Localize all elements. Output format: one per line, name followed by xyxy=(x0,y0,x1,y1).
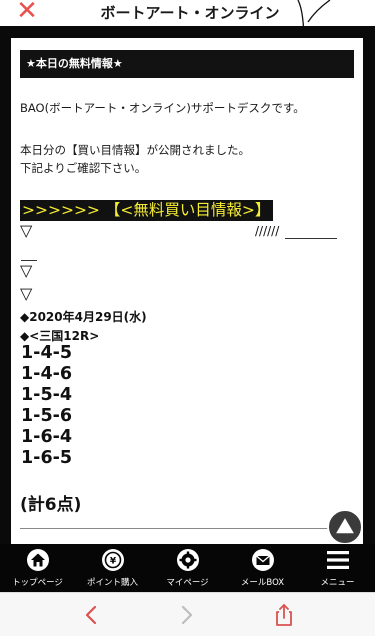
nav-item-mypage[interactable]: マイページ xyxy=(150,544,225,592)
nav-label: トップページ xyxy=(12,578,63,588)
browser-toolbar xyxy=(0,592,375,636)
list-item: 1-4-5 xyxy=(21,343,73,363)
nav-label: マイページ xyxy=(166,578,209,588)
home-icon xyxy=(26,549,49,571)
divider-line xyxy=(285,238,337,239)
list-item: 1-5-6 xyxy=(21,406,73,426)
share-icon[interactable] xyxy=(270,601,298,629)
free-info-link[interactable]: >>>>>> 【<無料買い目情報>】 xyxy=(20,200,274,221)
mail-icon xyxy=(251,549,274,571)
back-icon[interactable] xyxy=(78,601,106,629)
nav-label: ポイント購入 xyxy=(86,578,138,588)
page-title: ボートアート・オンライン xyxy=(100,4,280,22)
nav-label: メニュー xyxy=(320,578,355,588)
total-count: (計6点) xyxy=(20,495,82,515)
info-header: ★本日の無料情報★ xyxy=(20,50,354,78)
svg-text:¥: ¥ xyxy=(109,557,116,567)
nav-item-mailbox[interactable]: メールBOX xyxy=(225,544,300,592)
race-date: ◆2020年4月29日(水) xyxy=(20,310,147,324)
menu-icon xyxy=(326,551,349,569)
down-triangle-icon: ▽ xyxy=(20,284,33,303)
nav-item-menu[interactable]: メニュー xyxy=(300,544,375,592)
slash-divider: ////// xyxy=(255,224,280,238)
top-header: ✕ ボートアート・オンライン xyxy=(0,0,375,44)
divider-line xyxy=(20,528,346,529)
list-item: 1-4-6 xyxy=(21,364,73,384)
nav-item-points[interactable]: ¥ ポイント購入 xyxy=(75,544,150,592)
nav-item-top[interactable]: トップページ xyxy=(0,544,75,592)
list-item: 1-6-5 xyxy=(21,448,73,468)
list-item: 1-6-4 xyxy=(21,427,73,447)
close-icon[interactable]: ✕ xyxy=(14,0,40,24)
notice-text-line2: 下記よりご確認下さい。 xyxy=(20,161,147,175)
down-triangle-icon: ▽ xyxy=(20,261,33,280)
message-content: ★本日の無料情報★ BAO(ボートアート・オンライン)サポートデスクです。 本日… xyxy=(11,38,363,544)
gear-icon xyxy=(176,549,199,571)
combination-list: 1-4-5 1-4-6 1-5-4 1-5-6 1-6-4 1-6-5 xyxy=(21,343,72,469)
notice-text-line1: 本日分の【買い目情報】が公開されました。 xyxy=(20,143,250,157)
race-venue: ◆<三国12R> xyxy=(20,329,100,343)
coin-icon: ¥ xyxy=(101,549,124,571)
down-triangle-icon: ▽ xyxy=(20,221,33,240)
forward-icon[interactable] xyxy=(172,601,200,629)
bottom-nav: トップページ ¥ ポイント購入 マイページ メールBOX メニュー xyxy=(0,544,375,592)
intro-text: BAO(ボートアート・オンライン)サポートデスクです。 xyxy=(20,101,305,115)
nav-label: メールBOX xyxy=(240,578,285,588)
list-item: 1-5-4 xyxy=(21,385,73,405)
scroll-to-top-icon[interactable] xyxy=(327,509,363,545)
content-frame: ★本日の無料情報★ BAO(ボートアート・オンライン)サポートデスクです。 本日… xyxy=(0,26,375,545)
